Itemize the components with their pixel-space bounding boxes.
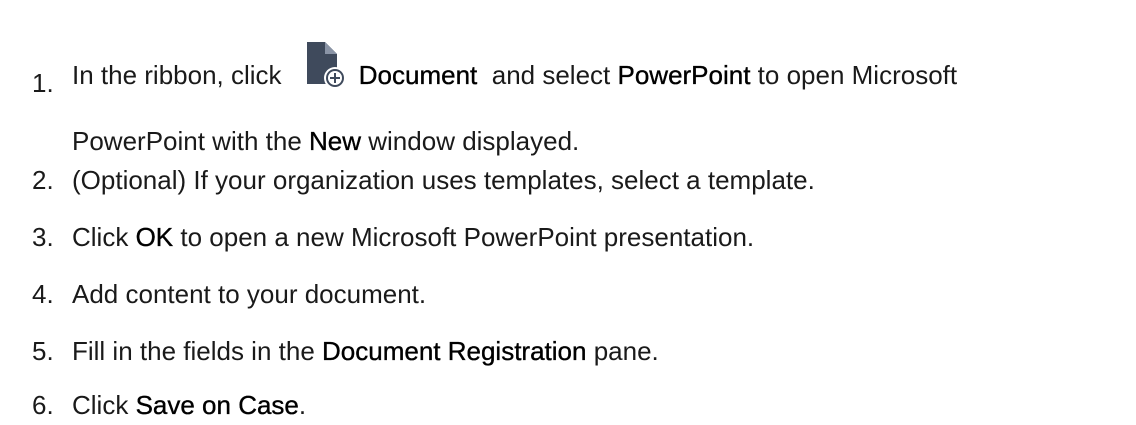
step-text: to open Microsoft [750,60,958,90]
save-on-case-label: Save on Case [135,390,299,420]
step-text: pane. [586,336,659,366]
step-number: 6. [32,390,54,420]
step-text: PowerPoint with the [72,126,310,156]
step-text: window displayed. [361,126,580,156]
step-text: Add content to your document. [72,279,427,309]
step-text: Click [72,390,136,420]
step-text: In the ribbon, click [72,60,289,90]
new-label: New [309,126,362,156]
step-1: 1. In the ribbon, click Document and sele… [32,40,958,156]
step-text: . [298,390,307,420]
step-5: 5. Fill in the fields in the Document Reg… [32,336,659,366]
step-number: 4. [32,279,54,309]
step-2: 2. (Optional) If your organization uses t… [32,165,815,195]
document-add-icon [305,40,349,92]
step-3: 3. Click OK to open a new Microsoft Power… [32,222,754,252]
step-number: 1. [32,68,54,98]
step-text: and select [477,60,618,90]
step-text: (Optional) If your organization uses tem… [72,165,815,195]
step-1-continuation: PowerPoint with the New window displayed… [72,126,579,156]
step-6: 6. Click Save on Case. [32,390,306,420]
step-text: to open a new Microsoft PowerPoint prese… [173,222,755,252]
document-registration-label: Document Registration [322,336,587,366]
step-4: 4. Add content to your document. [32,279,426,309]
step-text: Fill in the fields in the [72,336,323,366]
powerpoint-label: PowerPoint [617,60,751,90]
document-label: Document [358,60,478,90]
step-text: Click [72,222,136,252]
ok-label: OK [135,222,174,252]
step-number: 2. [32,165,54,195]
step-number: 3. [32,222,54,252]
step-number: 5. [32,336,54,366]
